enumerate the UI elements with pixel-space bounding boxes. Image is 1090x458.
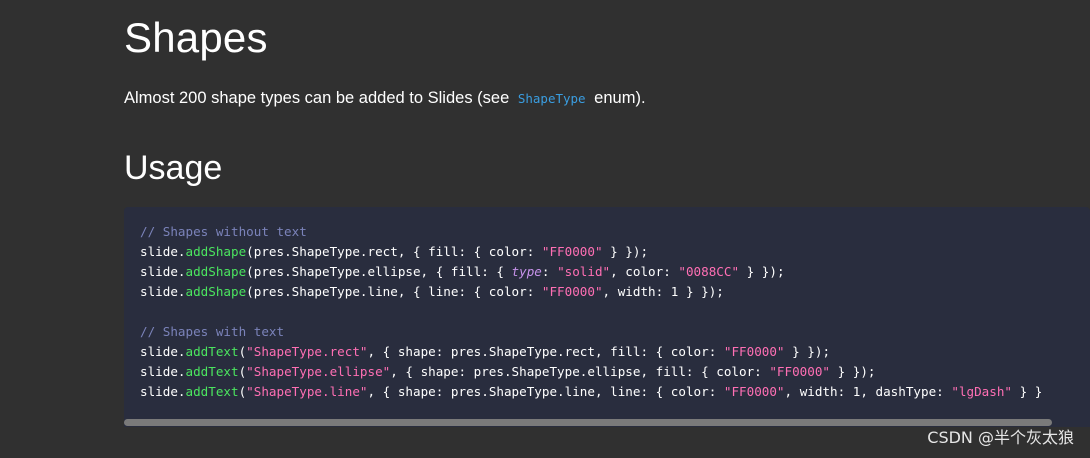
code-function: addText (185, 344, 239, 359)
code-text: slide. (140, 364, 186, 379)
code-string: "0088CC" (678, 264, 740, 279)
code-text: , { shape: pres.ShapeType.ellipse, fill:… (390, 364, 770, 379)
watermark: CSDN @半个灰太狼 (927, 428, 1074, 447)
code-line: // Shapes without text (140, 222, 1042, 242)
code-text: slide. (140, 344, 186, 359)
code-text: : (541, 264, 558, 279)
code-string: "ShapeType.ellipse" (246, 364, 391, 379)
code-string: "FF0000" (541, 284, 603, 299)
code-function: addShape (185, 284, 247, 299)
code-string: "ShapeType.line" (246, 384, 368, 399)
code-text: (pres.ShapeType.ellipse, { fill: { (246, 264, 512, 279)
code-string: "solid" (557, 264, 611, 279)
code-keyword: type (511, 264, 542, 279)
code-string: "FF0000" (541, 244, 603, 259)
code-line: slide.addShape(pres.ShapeType.line, { li… (140, 282, 1042, 302)
code-line: slide.addText("ShapeType.line", { shape:… (140, 382, 1042, 402)
intro-text-before: Almost 200 shape types can be added to S… (124, 89, 510, 107)
code-text: , { shape: pres.ShapeType.line, line: { … (367, 384, 724, 399)
code-text: , width: 1 } }); (602, 284, 724, 299)
code-function: addShape (185, 264, 247, 279)
code-listing[interactable]: // Shapes without text slide.addShape(pre… (140, 222, 1042, 402)
code-text: slide. (140, 384, 186, 399)
code-function: addText (185, 364, 239, 379)
code-text: slide. (140, 264, 186, 279)
code-string: "FF0000" (769, 364, 831, 379)
code-string: "FF0000" (723, 344, 785, 359)
code-string: "lgDash" (951, 384, 1013, 399)
code-line: // Shapes with text (140, 322, 1042, 342)
code-text: slide. (140, 284, 186, 299)
code-text: } }); (739, 264, 785, 279)
code-text: (pres.ShapeType.rect, { fill: { color: (246, 244, 542, 259)
code-string: "FF0000" (723, 384, 785, 399)
page-title: Shapes (124, 14, 268, 61)
code-function: addText (185, 384, 239, 399)
shapetype-inline-code: ShapeType (517, 91, 586, 106)
code-comment: // Shapes with text (140, 324, 285, 339)
code-text: } } (1012, 384, 1043, 399)
code-block[interactable]: // Shapes without text slide.addShape(pre… (124, 207, 1090, 427)
code-comment: // Shapes without text (140, 224, 307, 239)
scrollbar-thumb[interactable] (124, 419, 1052, 426)
code-text: } }); (830, 364, 876, 379)
code-text: } }); (602, 244, 649, 259)
code-text: } }); (784, 344, 831, 359)
code-line: slide.addText("ShapeType.ellipse", { sha… (140, 362, 1042, 382)
code-function: addShape (185, 244, 247, 259)
code-line: slide.addShape(pres.ShapeType.ellipse, {… (140, 262, 1042, 282)
code-string: "ShapeType.rect" (246, 344, 368, 359)
code-horizontal-scrollbar[interactable] (124, 419, 1090, 426)
code-text: slide. (140, 244, 186, 259)
usage-heading: Usage (124, 149, 223, 187)
code-text: , width: 1, dashType: (784, 384, 952, 399)
code-text: , color: (610, 264, 679, 279)
code-line: slide.addShape(pres.ShapeType.rect, { fi… (140, 242, 1042, 262)
intro-paragraph: Almost 200 shape types can be added to S… (124, 86, 646, 111)
intro-text-after: enum). (594, 89, 646, 107)
code-text: , { shape: pres.ShapeType.rect, fill: { … (367, 344, 724, 359)
code-text: (pres.ShapeType.line, { line: { color: (246, 284, 542, 299)
code-line: slide.addText("ShapeType.rect", { shape:… (140, 342, 1042, 362)
